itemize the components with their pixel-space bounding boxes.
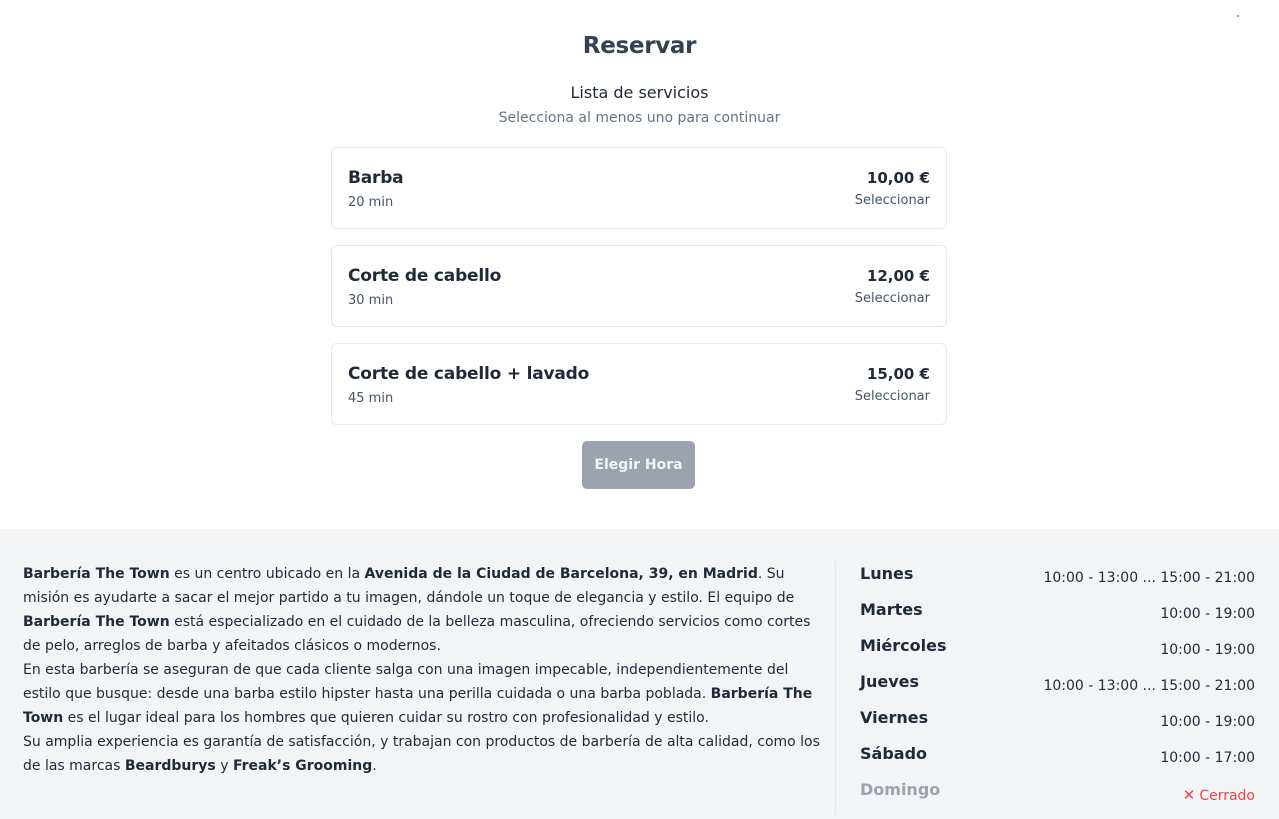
service-card-corte-lavado[interactable]: Corte de cabello + lavado 45 min 15,00 €… — [331, 343, 947, 425]
highlighted-text: Beardburys — [124, 758, 216, 774]
business-info-footer: Barbería The Town es un centro ubicado e… — [0, 529, 1279, 819]
close-icon: ✕ — [1182, 786, 1196, 804]
day-label: Viernes — [860, 708, 929, 727]
day-label: Domingo — [860, 780, 941, 799]
highlighted-text: Barbería The Town — [23, 566, 170, 582]
service-duration: 30 min — [348, 293, 394, 308]
service-card-barba[interactable]: Barba 20 min 10,00 € Seleccionar — [331, 147, 947, 229]
day-hours: 10:00 - 19:00 — [1160, 606, 1255, 622]
opening-hours: Lunes 10:00 - 13:00 ... 15:00 - 21:00 Ma… — [860, 562, 1255, 814]
service-name: Barba — [348, 168, 404, 188]
day-label: Jueves — [860, 672, 919, 691]
service-price: 15,00 € — [866, 365, 930, 383]
service-price: 12,00 € — [866, 267, 930, 285]
service-duration: 20 min — [348, 195, 394, 210]
description-paragraph: En esta barbería se aseguran de que cada… — [23, 658, 823, 730]
highlighted-text: Freak’s Grooming — [232, 758, 373, 774]
text-segment: y — [215, 758, 233, 774]
choose-time-button[interactable]: Elegir Hora — [582, 441, 695, 489]
text-segment: es un centro ubicado en la — [169, 566, 365, 582]
hours-row-jueves: Jueves 10:00 - 13:00 ... 15:00 - 21:00 — [860, 670, 1255, 706]
description-paragraph: Barbería The Town es un centro ubicado e… — [23, 562, 823, 658]
day-hours: 10:00 - 19:00 — [1160, 714, 1255, 730]
hours-row-lunes: Lunes 10:00 - 13:00 ... 15:00 - 21:00 — [860, 562, 1255, 598]
footer-divider — [835, 561, 836, 815]
select-service-button[interactable]: Seleccionar — [855, 389, 930, 404]
day-hours: 10:00 - 19:00 — [1160, 642, 1255, 658]
day-hours: 10:00 - 17:00 — [1160, 750, 1255, 766]
hours-row-martes: Martes 10:00 - 19:00 — [860, 598, 1255, 634]
select-service-button[interactable]: Seleccionar — [855, 193, 930, 208]
select-service-button[interactable]: Seleccionar — [855, 291, 930, 306]
day-label: Sábado — [860, 744, 928, 763]
day-hours: 10:00 - 13:00 ... 15:00 - 21:00 — [1043, 678, 1255, 694]
highlighted-text: Avenida de la Ciudad de Barcelona, 39, e… — [364, 566, 758, 582]
service-name: Corte de cabello + lavado — [348, 364, 590, 384]
hours-row-miercoles: Miércoles 10:00 - 19:00 — [860, 634, 1255, 670]
services-list: Barba 20 min 10,00 € Seleccionar Corte d… — [331, 147, 947, 441]
hours-row-domingo: Domingo ✕ Cerrado — [860, 778, 1255, 814]
service-duration: 45 min — [348, 391, 394, 406]
closed-status: ✕ Cerrado — [1183, 786, 1255, 804]
service-price: 10,00 € — [866, 169, 930, 187]
services-heading: Lista de servicios — [570, 83, 709, 102]
service-name: Corte de cabello — [348, 266, 502, 286]
services-hint: Selecciona al menos uno para continuar — [498, 110, 781, 126]
day-label: Miércoles — [860, 636, 947, 655]
text-segment: En esta barbería se aseguran de que cada… — [23, 662, 789, 702]
day-label: Lunes — [860, 564, 914, 583]
page-title: Reservar — [582, 33, 697, 59]
closed-label: Cerrado — [1199, 788, 1255, 804]
business-description: Barbería The Town es un centro ubicado e… — [23, 562, 823, 778]
hours-row-viernes: Viernes 10:00 - 19:00 — [860, 706, 1255, 742]
notification-dot — [1237, 15, 1239, 17]
text-segment: . — [372, 758, 377, 774]
text-segment: es el lugar ideal para los hombres que q… — [63, 710, 709, 726]
day-hours: 10:00 - 13:00 ... 15:00 - 21:00 — [1043, 570, 1255, 586]
highlighted-text: Barbería The Town — [23, 614, 170, 630]
day-label: Martes — [860, 600, 923, 619]
description-paragraph: Su amplia experiencia es garantía de sat… — [23, 730, 823, 778]
hours-row-sabado: Sábado 10:00 - 17:00 — [860, 742, 1255, 778]
service-card-corte[interactable]: Corte de cabello 30 min 12,00 € Seleccio… — [331, 245, 947, 327]
